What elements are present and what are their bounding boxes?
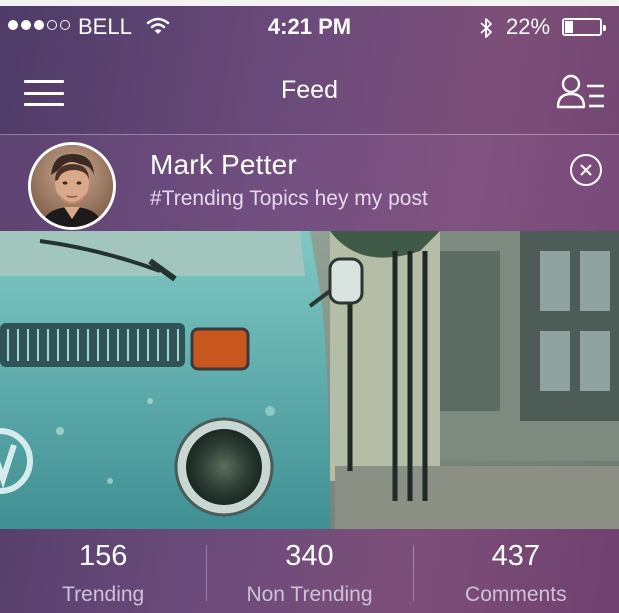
stat-label: Non Trending xyxy=(246,583,373,606)
post-photo[interactable] xyxy=(0,231,619,529)
stat-value: 340 xyxy=(285,540,334,572)
stat-trending[interactable]: 156 Trending xyxy=(0,529,206,613)
post-header: Mark Petter #Trending Topics hey my post xyxy=(0,135,619,231)
user-list-icon[interactable] xyxy=(556,72,606,112)
battery-nub xyxy=(603,25,606,31)
stat-value: 156 xyxy=(78,540,128,572)
navigation-bar: Feed xyxy=(0,46,619,134)
stat-label: Trending xyxy=(62,583,145,606)
stat-label: Comments xyxy=(465,583,567,606)
avatar[interactable] xyxy=(28,142,116,230)
battery-icon xyxy=(562,18,606,36)
battery-fill xyxy=(565,21,573,33)
app-screen: BELL 4:21 PM 22% Feed Mark Petter #Trend… xyxy=(0,0,619,613)
close-icon[interactable] xyxy=(570,154,602,186)
page-title: Feed xyxy=(281,76,338,104)
post-author-name[interactable]: Mark Petter xyxy=(150,149,297,181)
bluetooth-icon xyxy=(478,16,494,46)
stat-non-trending[interactable]: 340 Non Trending xyxy=(206,529,412,613)
post-stats: 156 Trending 340 Non Trending 437 Commen… xyxy=(0,529,619,613)
divider xyxy=(206,545,208,601)
divider xyxy=(412,545,414,601)
stat-comments[interactable]: 437 Comments xyxy=(412,529,619,613)
status-bar: BELL 4:21 PM 22% xyxy=(0,6,619,46)
battery-percentage: 22% xyxy=(506,14,551,39)
stat-value: 437 xyxy=(491,540,541,572)
post-caption: #Trending Topics hey my post xyxy=(150,187,428,210)
